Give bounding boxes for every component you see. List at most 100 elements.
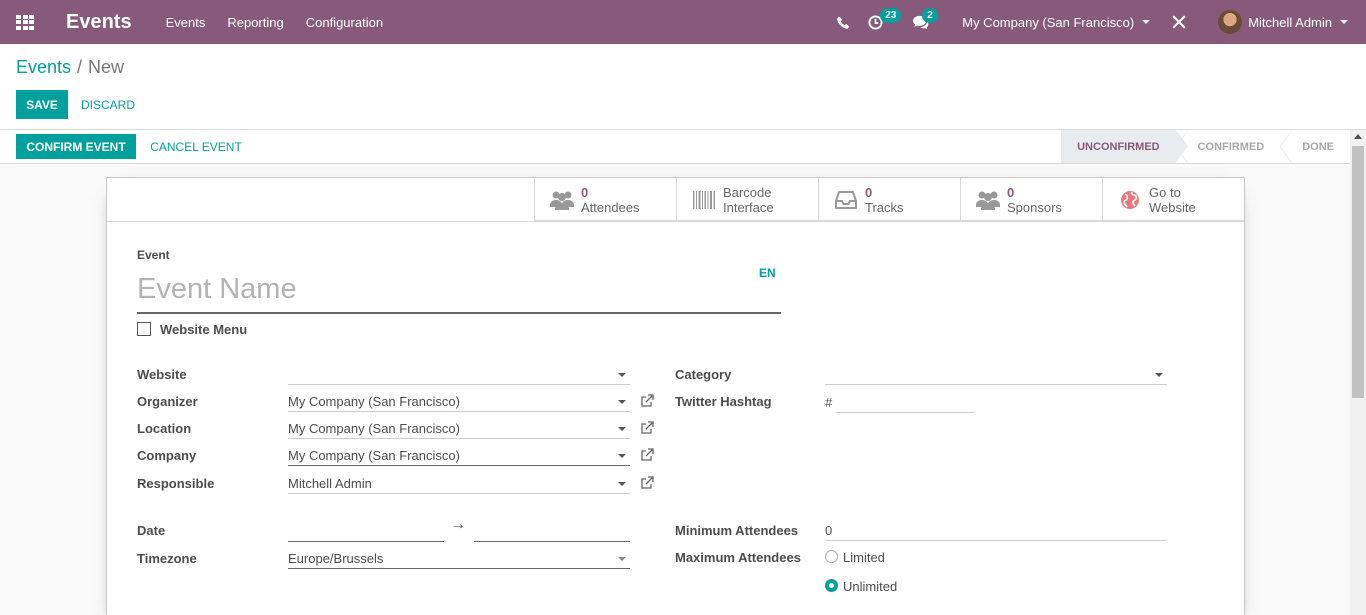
date-label: Date [137,523,166,538]
users-icon [549,189,575,211]
limited-label: Limited [843,550,885,565]
confirm-event-button[interactable]: Confirm Event [16,134,136,159]
company-name: My Company (San Francisco) [962,14,1135,30]
user-menu[interactable]: Mitchell Admin [1218,10,1348,34]
responsible-select[interactable]: Mitchell Admin [288,474,630,494]
scroll-up-icon[interactable] [1354,134,1362,139]
globe-icon [1117,190,1143,210]
attendees-label: Attendees [581,199,640,215]
company-switcher[interactable]: My Company (San Francisco) [962,14,1151,30]
stage-done[interactable]: Done [1280,130,1350,163]
attendees-count: 0 [581,184,589,200]
website-label-line2: Website [1149,199,1196,215]
date-end-input[interactable] [474,522,630,542]
page-scrollbar[interactable] [1350,130,1366,615]
activity-clock-icon[interactable]: 23 [858,0,906,44]
website-menu-label: Website Menu [160,322,248,337]
chevron-down-icon [1155,372,1163,377]
chevron-down-icon [618,399,626,404]
cancel-event-button[interactable]: Cancel Event [144,134,248,159]
date-begin-input[interactable] [288,522,444,542]
user-name: Mitchell Admin [1248,14,1332,30]
save-button[interactable]: Save [16,90,68,119]
sponsors-label: Sponsors [1007,199,1062,215]
breadcrumb-events[interactable]: Events [16,57,71,77]
barcode-label-line1: Barcode [723,184,772,200]
tracks-count: 0 [865,184,873,200]
company-label: Company [137,448,197,463]
breadcrumb: Events / New [16,57,125,77]
barcode-interface-button[interactable]: Barcode Interface [676,178,818,221]
event-label: Event [137,248,170,262]
smart-button-box: 0 Attendees Barcode Interface 0 Tracks 0 Spo… [534,178,1244,221]
location-select[interactable]: My Company (San Francisco) [288,419,630,439]
menu-configuration[interactable]: Configuration [306,15,383,30]
activity-badge: 23 [880,8,902,23]
discard-button[interactable]: Discard [78,90,138,119]
sponsors-count: 0 [1007,184,1015,200]
inbox-icon [833,190,859,209]
organizer-select[interactable]: My Company (San Francisco) [288,392,630,412]
website-select[interactable] [288,365,630,385]
menu-reporting[interactable]: Reporting [227,15,283,30]
chevron-down-icon [1340,20,1348,24]
stage-unconfirmed[interactable]: Unconfirmed [1061,130,1188,163]
twitter-hashtag-input[interactable] [836,393,975,413]
tools-icon[interactable] [1168,0,1190,44]
external-link-icon[interactable] [640,421,654,435]
unlimited-radio[interactable] [825,579,838,592]
limited-radio[interactable] [825,550,838,563]
timezone-label: Timezone [137,551,197,566]
breadcrumb-current: New [88,57,125,77]
apps-menu-icon[interactable] [0,0,50,44]
website-label-line1: Go to [1149,184,1181,200]
twitter-hashtag-label: Twitter Hashtag [675,394,772,409]
hashtag-prefix: # [825,395,833,410]
date-range-arrow-icon: → [450,516,466,533]
event-name-input[interactable]: Event Name [137,270,781,314]
location-label: Location [137,421,192,436]
top-navbar: Events Events Reporting Configuration 23… [0,0,1366,44]
category-label: Category [675,367,732,382]
status-bar: Confirm Event Cancel Event Unconfirmed C… [0,130,1350,164]
external-link-icon[interactable] [640,476,654,490]
messages-badge: 2 [922,8,938,23]
timezone-select[interactable]: Europe/Brussels [288,549,630,569]
tracks-button[interactable]: 0 Tracks [818,178,960,221]
chevron-down-icon [618,556,626,561]
max-attendees-label: Maximum Attendees [675,550,801,565]
chevron-down-icon [618,481,626,486]
organizer-label: Organizer [137,394,198,409]
scroll-thumb[interactable] [1352,146,1364,398]
barcode-icon [691,190,717,210]
sponsors-button[interactable]: 0 Sponsors [960,178,1102,221]
website-menu-checkbox[interactable] [137,322,151,336]
language-toggle[interactable]: EN [759,266,776,280]
external-link-icon[interactable] [640,448,654,462]
barcode-label-line2: Interface [723,199,774,215]
app-title: Events [66,10,132,33]
website-label: Website [137,367,187,382]
control-panel: Events / New Save Discard [0,44,1366,130]
stage-pipeline: Unconfirmed Confirmed Done [1061,130,1350,163]
chevron-down-icon [618,426,626,431]
attendees-button[interactable]: 0 Attendees [534,178,676,221]
messages-chat-icon[interactable]: 2 [906,0,946,44]
tracks-label: Tracks [865,199,904,215]
unlimited-label: Unlimited [843,579,898,594]
chevron-down-icon [1142,20,1151,24]
external-link-icon[interactable] [640,394,654,408]
go-to-website-button[interactable]: Go to Website [1102,178,1244,221]
menu-events[interactable]: Events [166,15,206,30]
chevron-down-icon [618,453,626,458]
stage-confirmed[interactable]: Confirmed [1175,130,1281,163]
company-select[interactable]: My Company (San Francisco) [288,446,630,466]
min-attendees-input[interactable]: 0 [825,521,1167,541]
chevron-down-icon [618,372,626,377]
min-attendees-label: Minimum Attendees [675,523,799,538]
category-select[interactable] [825,365,1167,385]
users-icon [975,189,1001,211]
responsible-label: Responsible [137,476,215,491]
phone-icon[interactable] [828,0,858,44]
avatar [1218,10,1243,34]
